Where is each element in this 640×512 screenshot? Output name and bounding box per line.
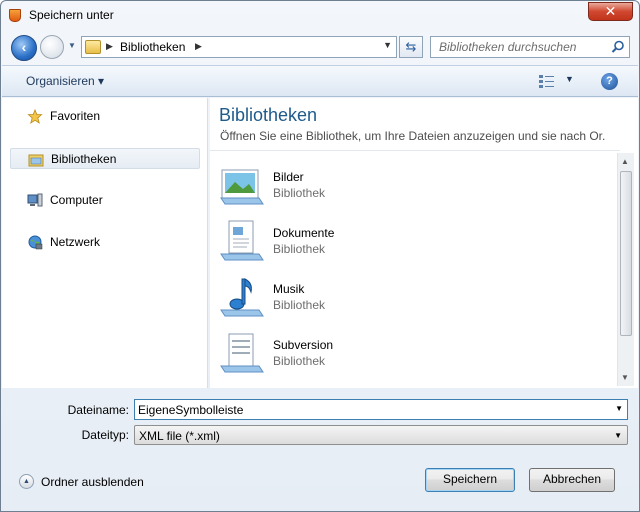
chevron-up-icon[interactable]: ▲ xyxy=(19,474,34,489)
chevron-down-icon[interactable]: ▼ xyxy=(615,404,623,413)
scrollbar-thumb[interactable] xyxy=(620,171,632,336)
search-placeholder: Bibliotheken durchsuchen xyxy=(439,40,577,54)
help-icon[interactable]: ? xyxy=(601,73,618,90)
sidebar-item-computer[interactable]: Computer xyxy=(10,190,200,211)
organize-menu[interactable]: Organisieren ▾ xyxy=(26,74,104,88)
back-button[interactable]: ‹ xyxy=(11,35,37,61)
filename-label: Dateiname: xyxy=(67,403,129,417)
forward-button[interactable] xyxy=(40,35,64,59)
list-item-name: Bilder xyxy=(273,170,304,184)
list-item-type: Bibliothek xyxy=(273,186,326,200)
window-title: Speichern unter xyxy=(29,8,114,22)
navigation-pane: Favoriten Bibliotheken Computer Netzwerk xyxy=(2,98,208,388)
address-dropdown-icon[interactable]: ▼ xyxy=(383,40,392,50)
page-title: Bibliotheken xyxy=(219,105,318,125)
scroll-up-icon[interactable]: ▲ xyxy=(621,157,629,166)
command-bar: Organisieren ▾ ▼ ? xyxy=(2,65,638,97)
list-item-pictures[interactable]: Bilder Bibliothek xyxy=(219,160,599,210)
filetype-value: XML file (*.xml) xyxy=(139,429,220,443)
network-icon xyxy=(28,235,43,250)
title-bar: Speichern unter ✕ xyxy=(1,1,639,31)
hide-folders-label[interactable]: Ordner ausblenden xyxy=(41,475,144,489)
libraries-icon xyxy=(85,40,101,54)
list-item-name: Subversion xyxy=(273,338,334,352)
views-dropdown-icon[interactable]: ▼ xyxy=(565,74,574,84)
refresh-button[interactable]: ⇆ xyxy=(399,36,423,58)
breadcrumb-segment[interactable]: Bibliotheken xyxy=(120,40,185,54)
subversion-library-icon xyxy=(220,333,264,373)
documents-library-icon xyxy=(220,220,264,261)
list-item-subversion[interactable]: Subversion Bibliothek xyxy=(219,328,599,378)
list-item-type: Bibliothek xyxy=(273,298,326,312)
sidebar-item-label: Bibliotheken xyxy=(51,152,117,166)
filename-field[interactable]: EigeneSymbolleiste ▼ xyxy=(134,399,628,420)
content-pane: Bibliotheken Öffnen Sie eine Bibliothek,… xyxy=(210,98,638,388)
list-item-documents[interactable]: Dokumente Bibliothek xyxy=(219,216,599,266)
filetype-label: Dateityp: xyxy=(81,428,129,442)
pictures-library-icon xyxy=(220,169,264,205)
sidebar-item-label: Computer xyxy=(50,193,103,207)
views-icon[interactable] xyxy=(538,73,556,89)
cancel-button[interactable]: Abbrechen xyxy=(529,468,615,492)
sidebar-item-libraries[interactable]: Bibliotheken xyxy=(10,148,200,169)
save-button[interactable]: Speichern xyxy=(425,468,515,492)
list-item-name: Dokumente xyxy=(273,226,335,240)
libraries-icon xyxy=(28,154,44,167)
sidebar-item-label: Favoriten xyxy=(50,109,101,123)
close-button[interactable]: ✕ xyxy=(588,2,633,21)
save-as-dialog: Speichern unter ✕ ‹ ▼ ▶ Bibliotheken ▶ ▼… xyxy=(0,0,640,512)
app-icon xyxy=(9,9,21,22)
sidebar-item-label: Netzwerk xyxy=(50,235,101,249)
scroll-down-icon[interactable]: ▼ xyxy=(621,373,629,382)
divider xyxy=(210,150,620,151)
sidebar-item-network[interactable]: Netzwerk xyxy=(10,232,200,253)
list-item-name: Musik xyxy=(273,282,305,296)
search-icon[interactable] xyxy=(611,40,625,54)
filetype-select[interactable]: XML file (*.xml) ▼ xyxy=(134,425,628,445)
breadcrumb-arrow-icon[interactable]: ▶ xyxy=(106,41,113,52)
address-bar[interactable]: ▶ Bibliotheken ▶ ▼ xyxy=(81,36,397,58)
vertical-scrollbar[interactable]: ▲ ▼ xyxy=(617,153,634,386)
breadcrumb-arrow-icon[interactable]: ▶ xyxy=(195,41,202,52)
page-subtitle: Öffnen Sie eine Bibliothek, um Ihre Date… xyxy=(220,129,606,143)
star-icon xyxy=(27,109,43,124)
list-item-type: Bibliothek xyxy=(273,354,326,368)
filename-value: EigeneSymbolleiste xyxy=(138,403,244,417)
sidebar-item-favorites[interactable]: Favoriten xyxy=(10,106,200,127)
recent-pages-dropdown-icon[interactable]: ▼ xyxy=(67,41,77,51)
list-item-type: Bibliothek xyxy=(273,242,326,256)
chevron-down-icon[interactable]: ▼ xyxy=(614,431,622,440)
computer-icon xyxy=(27,193,43,207)
list-item-music[interactable]: Musik Bibliothek xyxy=(219,272,599,322)
music-library-icon xyxy=(220,278,264,317)
search-input[interactable]: Bibliotheken durchsuchen xyxy=(430,36,630,58)
